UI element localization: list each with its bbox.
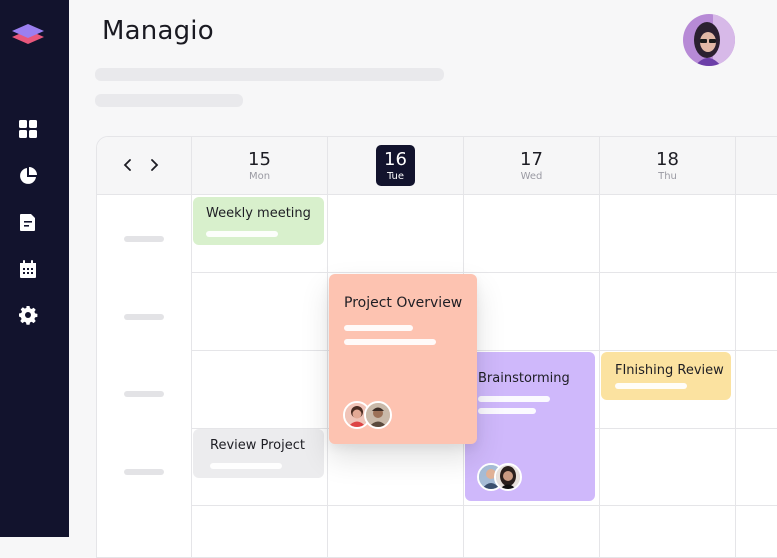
app-logo-icon[interactable] [10, 20, 46, 50]
grid-line [191, 194, 192, 557]
time-label-skeleton [124, 314, 164, 320]
calendar-header: 15 Mon 16 Tue 17 Wed 18 Thu [97, 137, 777, 195]
event-detail-skeleton [478, 408, 536, 414]
attendee-avatar [364, 401, 392, 429]
event-finishing-review[interactable]: FInishing Review [601, 352, 731, 400]
selected-day-badge: 16 Tue [376, 145, 415, 186]
event-detail-skeleton [478, 396, 550, 402]
calendar-icon[interactable] [16, 257, 40, 281]
grid-line [191, 272, 777, 273]
attendee-avatar [494, 463, 522, 491]
grid-line [191, 350, 777, 351]
header-skeleton-line [95, 94, 243, 107]
dashboard-grid-icon[interactable] [16, 117, 40, 141]
time-label-skeleton [124, 469, 164, 475]
event-detail-skeleton [615, 383, 687, 389]
page-title: Managio [102, 16, 214, 46]
time-label-skeleton [124, 391, 164, 397]
gear-icon[interactable] [16, 303, 40, 327]
grid-line [735, 194, 736, 557]
user-avatar[interactable] [683, 14, 735, 66]
day-header-wed[interactable]: 17 Wed [463, 137, 599, 194]
event-detail-skeleton [344, 339, 436, 345]
event-detail-skeleton [210, 463, 282, 469]
grid-line [191, 505, 777, 506]
time-label-skeleton [124, 236, 164, 242]
sidebar [0, 0, 69, 537]
pie-chart-icon[interactable] [16, 164, 40, 188]
day-header-mon[interactable]: 15 Mon [191, 137, 327, 194]
previous-week-button[interactable] [119, 153, 137, 177]
day-header-thu[interactable]: 18 Thu [599, 137, 735, 194]
grid-line [327, 194, 328, 557]
grid-line [599, 194, 600, 557]
next-week-button[interactable] [145, 153, 163, 177]
event-project-overview[interactable]: Project Overview [329, 274, 477, 444]
event-detail-skeleton [344, 325, 413, 331]
event-brainstorming[interactable]: Brainstorming [465, 352, 595, 501]
day-header-next[interactable] [735, 137, 777, 194]
event-weekly-meeting[interactable]: Weekly meeting [193, 197, 324, 245]
day-header-tue[interactable]: 16 Tue [327, 137, 463, 194]
event-review-project[interactable]: Review Project [193, 429, 324, 478]
header-skeleton-line [95, 68, 444, 81]
document-icon[interactable] [16, 210, 40, 234]
event-detail-skeleton [206, 231, 278, 237]
